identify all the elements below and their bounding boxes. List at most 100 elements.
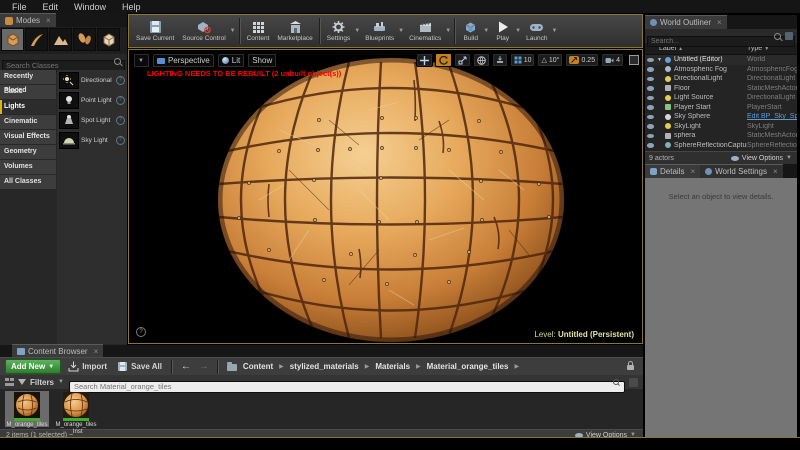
outliner-search-input[interactable] xyxy=(647,36,795,47)
outliner-row-sphera[interactable]: sphera StaticMeshActor xyxy=(645,131,797,141)
outliner-row-sky-sphere[interactable]: Sky Sphere Edit BP_Sky_Sph xyxy=(645,112,797,122)
help-circle-icon[interactable]: ? xyxy=(116,75,125,85)
menu-window[interactable]: Window xyxy=(66,2,114,12)
tab-world-outliner[interactable]: World Outliner × xyxy=(645,15,727,29)
visibility-eye-icon[interactable] xyxy=(647,86,654,91)
play-button[interactable]: Play xyxy=(490,15,515,47)
breadcrumb-content[interactable]: Content xyxy=(243,362,273,371)
launch-button[interactable]: Launch xyxy=(522,15,551,47)
tab-world-settings[interactable]: World Settings × xyxy=(700,164,783,178)
edit-blueprint-link[interactable]: Edit BP_Sky_Sph xyxy=(747,113,797,120)
placeable-directional-light[interactable]: Directional Light ? xyxy=(57,70,127,90)
visibility-eye-icon[interactable] xyxy=(647,57,654,62)
close-icon[interactable]: × xyxy=(94,347,99,356)
viewport-help-icon[interactable]: ? xyxy=(136,327,146,337)
placeable-sky-light[interactable]: Sky Light ? xyxy=(57,130,127,150)
perspective-button[interactable]: Perspective xyxy=(151,53,215,68)
outliner-row-directionallight[interactable]: DirectionalLight DirectionalLight xyxy=(645,74,797,84)
cinematics-button[interactable]: Cinematics xyxy=(405,15,445,47)
save-all-button[interactable]: Save All xyxy=(114,361,165,372)
help-circle-icon[interactable]: ? xyxy=(116,95,125,105)
category-geometry[interactable]: Geometry xyxy=(0,145,56,159)
chevron-down-icon[interactable]: ▼ xyxy=(445,28,451,34)
visibility-eye-icon[interactable] xyxy=(647,76,654,81)
build-button[interactable]: Build xyxy=(458,15,483,47)
view-mode-icon[interactable] xyxy=(5,378,14,386)
outliner-row-light-source[interactable]: Light Source DirectionalLight xyxy=(645,93,797,103)
help-circle-icon[interactable]: ? xyxy=(116,135,125,145)
close-icon[interactable]: × xyxy=(773,167,778,176)
marketplace-button[interactable]: Marketplace xyxy=(273,15,316,47)
mode-landscape-button[interactable] xyxy=(49,28,72,51)
rotate-tool-button[interactable] xyxy=(434,53,452,67)
visibility-eye-icon[interactable] xyxy=(647,133,654,138)
grid-snap-button[interactable]: 10 xyxy=(509,53,536,67)
source-control-button[interactable]: Source Control xyxy=(178,15,229,47)
outliner-row-sphere-reflection-capture[interactable]: SphereReflectionCapture SphereReflection… xyxy=(645,141,797,151)
category-cinematic[interactable]: Cinematic xyxy=(0,115,56,129)
show-button[interactable]: Show xyxy=(247,53,278,68)
add-new-button[interactable]: Add New ▼ xyxy=(5,359,62,374)
breadcrumb-material-orange-tiles[interactable]: Material_orange_tiles xyxy=(427,362,509,371)
outliner-row-player-start[interactable]: Player Start PlayerStart xyxy=(645,103,797,113)
chevron-down-icon[interactable]: ▼ xyxy=(230,28,236,34)
tab-content-browser[interactable]: Content Browser × xyxy=(12,344,104,357)
outliner-row-floor[interactable]: Floor StaticMeshActor xyxy=(645,84,797,94)
outliner-row-atmospheric-fog[interactable]: Atmospheric Fog AtmosphericFog xyxy=(645,65,797,75)
placeable-point-light[interactable]: Point Light ? xyxy=(57,90,127,110)
mode-paint-button[interactable] xyxy=(25,28,48,51)
mode-geometry-button[interactable] xyxy=(97,28,120,51)
scale-snap-button[interactable]: 0.25 xyxy=(565,53,600,67)
chevron-down-icon[interactable]: ▼ xyxy=(515,28,521,34)
menu-edit[interactable]: Edit xyxy=(35,2,67,12)
forward-arrow-button[interactable]: → xyxy=(197,361,211,372)
world-local-toggle-button[interactable] xyxy=(472,53,490,67)
help-circle-icon[interactable]: ? xyxy=(116,115,125,125)
camera-speed-button[interactable]: 4 xyxy=(601,53,624,67)
chevron-down-icon[interactable]: ▼ xyxy=(398,28,404,34)
visibility-eye-icon[interactable] xyxy=(647,67,654,72)
close-icon[interactable]: × xyxy=(46,16,51,25)
back-arrow-button[interactable]: ← xyxy=(179,361,193,372)
breadcrumb-materials[interactable]: Materials xyxy=(375,362,410,371)
surface-snap-button[interactable] xyxy=(491,53,508,67)
category-volumes[interactable]: Volumes xyxy=(0,160,56,174)
blueprints-button[interactable]: Blueprints xyxy=(361,15,398,47)
level-viewport[interactable]: ▼ Perspective Lit Show LIGHTING NEEDS TO… xyxy=(128,49,643,344)
chevron-down-icon[interactable]: ▼ xyxy=(551,28,557,34)
visibility-eye-icon[interactable] xyxy=(647,95,654,100)
chevron-down-icon[interactable]: ▼ xyxy=(58,379,64,385)
mode-place-button[interactable] xyxy=(1,28,24,51)
lock-icon[interactable] xyxy=(627,361,634,370)
maximize-viewport-icon[interactable] xyxy=(629,55,639,65)
outliner-view-options-button[interactable]: View Options ▼ xyxy=(730,155,793,162)
category-recently-placed[interactable]: Recently Placed xyxy=(0,70,56,94)
content-button[interactable]: Content xyxy=(243,15,274,47)
asset-m-orange-tiles[interactable]: M_orange_tiles xyxy=(5,391,49,428)
visibility-eye-icon[interactable] xyxy=(647,105,654,110)
outliner-row-world[interactable]: ▼ Untitled (Editor) World xyxy=(645,55,797,65)
import-button[interactable]: Import xyxy=(65,361,110,372)
filter-funnel-icon[interactable] xyxy=(18,379,26,385)
category-all-classes[interactable]: All Classes xyxy=(0,175,56,189)
save-current-button[interactable]: Save Current xyxy=(132,15,178,47)
category-visual-effects[interactable]: Visual Effects xyxy=(0,130,56,144)
lit-mode-button[interactable]: Lit xyxy=(216,53,246,68)
save-search-icon[interactable] xyxy=(629,377,638,387)
visibility-eye-icon[interactable] xyxy=(647,143,654,148)
scale-tool-button[interactable] xyxy=(453,53,471,67)
settings-button[interactable]: Settings xyxy=(323,15,355,47)
viewport-options-dropdown[interactable]: ▼ xyxy=(133,53,150,68)
tab-modes[interactable]: Modes × xyxy=(0,13,56,27)
close-icon[interactable]: × xyxy=(717,18,722,27)
expand-caret-icon[interactable]: ▼ xyxy=(657,57,665,63)
mode-foliage-button[interactable] xyxy=(73,28,96,51)
translate-tool-button[interactable] xyxy=(415,53,433,67)
chevron-down-icon[interactable]: ▼ xyxy=(354,28,360,34)
breadcrumb-stylized-materials[interactable]: stylized_materials xyxy=(290,362,359,371)
menu-file[interactable]: File xyxy=(4,2,35,12)
filters-label[interactable]: Filters xyxy=(30,378,54,387)
chevron-down-icon[interactable]: ▼ xyxy=(483,28,489,34)
category-lights[interactable]: Lights xyxy=(0,100,56,114)
rotation-snap-button[interactable]: △ 10° xyxy=(537,53,564,67)
